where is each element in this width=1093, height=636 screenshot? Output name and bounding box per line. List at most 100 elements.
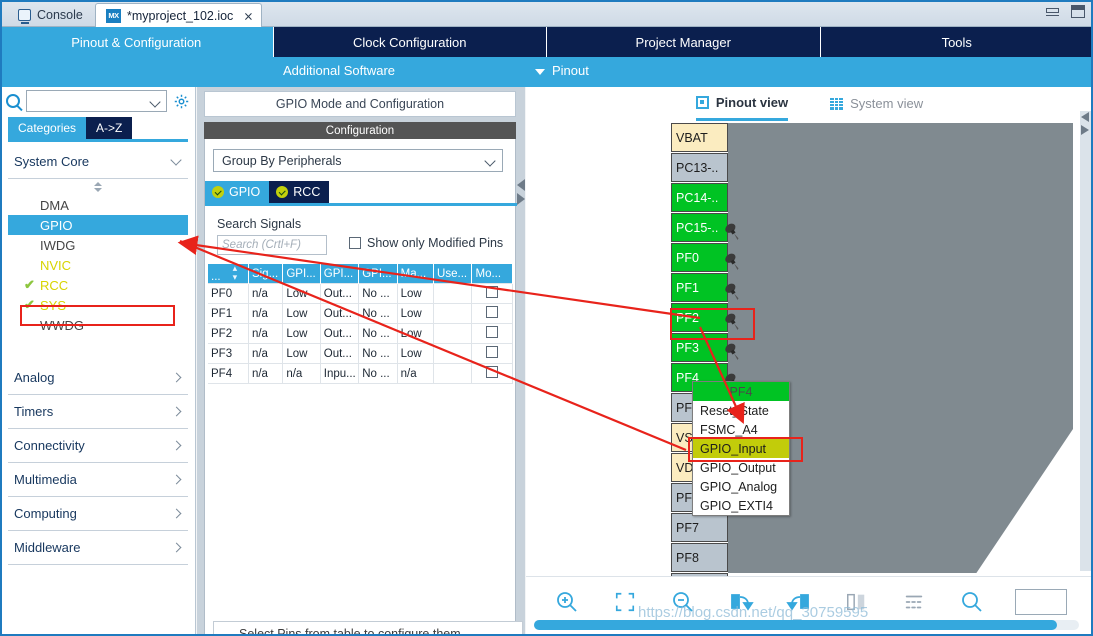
- maximize-button[interactable]: [1071, 5, 1085, 18]
- tab-system-view[interactable]: System view: [830, 91, 923, 121]
- checkbox-icon: [486, 366, 499, 378]
- cell-pin: PF4: [208, 363, 249, 384]
- tab-clock-configuration[interactable]: Clock Configuration: [274, 27, 547, 57]
- table-header-row: ...▴ ▾ Sig... GPI... GPI... GPI... Ma... …: [208, 264, 513, 284]
- tab-a-to-z[interactable]: A->Z: [86, 117, 133, 139]
- cell-modified[interactable]: [471, 303, 513, 324]
- table-row[interactable]: PF4 n/a n/a Inpu... No ... n/a: [208, 363, 513, 384]
- col-signal[interactable]: Sig...: [248, 264, 284, 284]
- rotate-left-icon[interactable]: [784, 588, 814, 616]
- sidebar-group-timers[interactable]: Timers: [8, 395, 188, 429]
- show-only-modified-pins-checkbox[interactable]: Show only Modified Pins: [349, 236, 503, 250]
- pin-name: VBAT: [676, 130, 708, 145]
- menu-item-reset-state[interactable]: Reset_State: [693, 401, 789, 420]
- search-signals-input[interactable]: Search (Crtl+F): [217, 235, 327, 255]
- col-gpio-pull[interactable]: GPI...: [358, 264, 398, 284]
- scroll-up-down-spinner[interactable]: [8, 179, 188, 195]
- tab-pinout-view[interactable]: Pinout view: [695, 91, 789, 121]
- tab-pinout-configuration[interactable]: Pinout & Configuration: [0, 27, 274, 57]
- tab-project-manager[interactable]: Project Manager: [547, 27, 821, 57]
- cell-signal: n/a: [248, 363, 284, 384]
- checkbox-label: Show only Modified Pins: [367, 236, 504, 250]
- col-gpio-output-level[interactable]: GPI...: [282, 264, 321, 284]
- sidebar-item-dma[interactable]: DMA: [8, 195, 188, 215]
- peripheral-tab-underline: [205, 203, 517, 206]
- alternate-functions-icon[interactable]: [899, 588, 929, 616]
- cell-modified[interactable]: [471, 363, 513, 384]
- tab-label: Project Manager: [635, 34, 731, 50]
- pin-pc14[interactable]: RCC_OSC32_IN PC14-..: [671, 183, 728, 212]
- sidebar-group-middleware[interactable]: Middleware: [8, 531, 188, 565]
- pinout-horizontal-scrollbar[interactable]: [534, 620, 1079, 630]
- find-pin-icon[interactable]: [957, 588, 987, 616]
- zoom-level-input[interactable]: [1015, 589, 1067, 615]
- sidebar-group-system-core[interactable]: System Core: [8, 145, 188, 179]
- console-tab[interactable]: Console: [8, 3, 93, 27]
- table-row[interactable]: PF0 n/a Low Out... No ... Low: [208, 283, 513, 304]
- configuration-header: Configuration: [204, 122, 516, 139]
- menu-item-gpio-analog[interactable]: GPIO_Analog: [693, 477, 789, 496]
- tab-gpio[interactable]: GPIO: [205, 181, 270, 203]
- pinout-dropdown-button[interactable]: Pinout: [535, 63, 589, 78]
- cell-modified[interactable]: [471, 323, 513, 344]
- search-signals-label: Search Signals: [217, 217, 302, 231]
- table-row[interactable]: PF2 n/a Low Out... No ... Low: [208, 323, 513, 344]
- fit-to-screen-icon[interactable]: [610, 588, 640, 616]
- gpio-input-highlight-box: [688, 437, 803, 462]
- tab-rcc[interactable]: RCC: [269, 181, 330, 203]
- pin-name: PF1: [676, 280, 699, 295]
- pin-vbat[interactable]: VBAT: [671, 123, 728, 152]
- pin-pc13[interactable]: PC13-..: [671, 153, 728, 182]
- cell-user-label: [433, 303, 473, 324]
- close-icon[interactable]: ⨯: [243, 9, 253, 23]
- flip-horizontal-icon[interactable]: [841, 588, 871, 616]
- sidebar-group-computing[interactable]: Computing: [8, 497, 188, 531]
- cell-modified[interactable]: [471, 343, 513, 364]
- col-pin[interactable]: ...▴ ▾: [208, 264, 249, 284]
- cell-modified[interactable]: [471, 283, 513, 304]
- pin-lock-icon: [725, 343, 739, 361]
- sidebar-group-connectivity[interactable]: Connectivity: [8, 429, 188, 463]
- sidebar-item-rcc[interactable]: ✔ RCC: [8, 275, 188, 295]
- additional-software-button[interactable]: Additional Software: [283, 63, 395, 78]
- sidebar-item-iwdg[interactable]: IWDG: [8, 235, 188, 255]
- col-modified[interactable]: Mo...: [471, 264, 513, 284]
- pinout-canvas[interactable]: VBAT PC13-.. RCC_OSC32_IN PC14-.. RCC_OS…: [526, 123, 1077, 608]
- pin-pf0[interactable]: GPIO_Output PF0: [671, 243, 728, 272]
- col-maximum-speed[interactable]: Ma...: [397, 264, 435, 284]
- pin-pc15[interactable]: RCC_OSC32_OUT PC15-..: [671, 213, 728, 242]
- checkbox-icon: [486, 326, 499, 338]
- pinout-vertical-scrollbar[interactable]: [1080, 111, 1091, 571]
- col-gpio-mode[interactable]: GPI...: [320, 264, 360, 284]
- item-label: GPIO: [40, 217, 73, 233]
- group-by-select[interactable]: Group By Peripherals: [213, 149, 503, 172]
- pin-pf8[interactable]: PF8: [671, 543, 728, 572]
- sidebar-search-row: [0, 87, 196, 115]
- tab-label: A->Z: [96, 121, 123, 135]
- menu-item-label: GPIO_Analog: [700, 479, 778, 494]
- table-row[interactable]: PF1 n/a Low Out... No ... Low: [208, 303, 513, 324]
- project-tab[interactable]: MX *myproject_102.ioc ⨯: [95, 3, 263, 27]
- pin-pf1[interactable]: GPIO_Output PF1: [671, 273, 728, 302]
- tab-tools[interactable]: Tools: [821, 27, 1093, 57]
- minimize-button[interactable]: [1046, 7, 1059, 16]
- col-user-label[interactable]: Use...: [433, 264, 473, 284]
- table-row[interactable]: PF3 n/a Low Out... No ... Low: [208, 343, 513, 364]
- rotate-right-icon[interactable]: [726, 588, 756, 616]
- search-input[interactable]: [26, 90, 167, 112]
- menu-item-label: Reset_State: [700, 403, 769, 418]
- sidebar-group-analog[interactable]: Analog: [8, 361, 188, 395]
- zoom-out-icon[interactable]: [668, 588, 698, 616]
- sidebar-item-nvic[interactable]: NVIC: [8, 255, 188, 275]
- sidebar-item-gpio[interactable]: GPIO: [8, 215, 188, 235]
- gear-icon[interactable]: [173, 93, 190, 110]
- pin-name: PC15-..: [676, 220, 719, 235]
- tab-categories[interactable]: Categories: [8, 117, 87, 139]
- cell-gpio-output-level: Low: [282, 303, 321, 324]
- zoom-in-icon[interactable]: [552, 588, 582, 616]
- group-label: Connectivity: [14, 438, 85, 453]
- cell-gpio-pull: No ...: [358, 343, 398, 364]
- menu-item-gpio-exti4[interactable]: GPIO_EXTI4: [693, 496, 789, 515]
- sidebar-group-multimedia[interactable]: Multimedia: [8, 463, 188, 497]
- pin-pf7[interactable]: PF7: [671, 513, 728, 542]
